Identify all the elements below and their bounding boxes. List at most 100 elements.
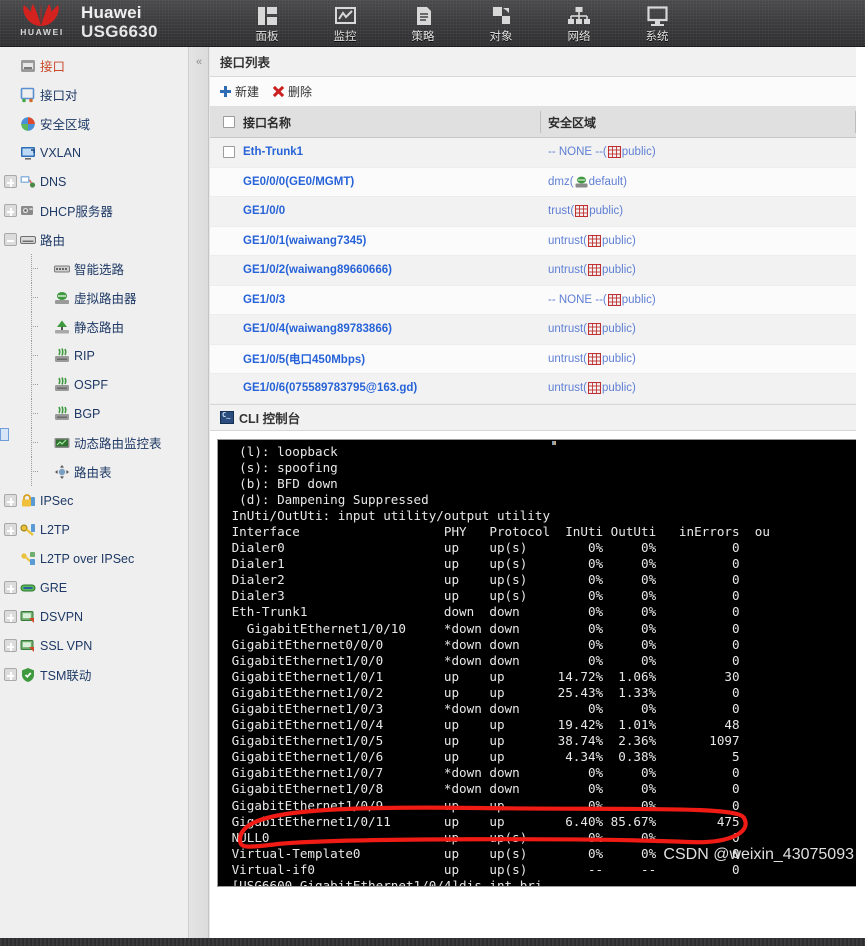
sidebar-item-label: VXLAN (40, 145, 81, 160)
expand-plus-icon[interactable] (4, 175, 17, 188)
nav-item-dashboard[interactable]: 面板 (228, 0, 306, 47)
zone-vsys-name[interactable]: public) (622, 146, 656, 158)
zone-name[interactable]: untrust( (548, 264, 587, 276)
sidebar-item-[interactable]: 动态路由监控表 (0, 428, 188, 457)
zone-name[interactable]: untrust( (548, 235, 587, 247)
expand-plus-icon[interactable] (4, 494, 17, 507)
terminal-output-panel[interactable]: (l): loopback (s): spoofing (b): BFD dow… (217, 438, 861, 887)
sidebar-item-label: 路由 (40, 234, 66, 248)
table-row[interactable]: GE1/0/6(075589783795@163.gd) untrust( pub… (210, 374, 865, 404)
sidebar-item-label: TSM联动 (40, 669, 92, 683)
expand-plus-icon[interactable] (4, 668, 17, 681)
table-row[interactable]: GE1/0/0 trust( public) (210, 197, 865, 227)
zone-vsys-name[interactable]: public) (602, 353, 636, 365)
table-row[interactable]: Eth-Trunk1 -- NONE --( public) (210, 138, 865, 168)
sidebar-item-dns[interactable]: DNS (0, 167, 188, 196)
table-row[interactable]: GE1/0/2(waiwang89660666) untrust( public) (210, 256, 865, 286)
interface-name-link[interactable]: GE1/0/1(waiwang7345) (243, 235, 366, 247)
zone-vsys-name[interactable]: public) (622, 294, 656, 306)
zone-name[interactable]: untrust( (548, 323, 587, 335)
table-row[interactable]: GE1/0/3 -- NONE --( public) (210, 285, 865, 315)
sidebar-item-dsvpn[interactable]: DSVPN (0, 602, 188, 631)
cli-console-area: (l): loopback (s): spoofing (b): BFD dow… (210, 430, 865, 887)
delete-button[interactable]: 删除 (273, 83, 312, 100)
table-row[interactable]: GE1/0/5(电口450Mbps) untrust( public) (210, 344, 865, 374)
sidebar-item-[interactable]: 路由 (0, 225, 188, 254)
zone-vsys-name[interactable]: public) (589, 205, 623, 217)
interface-name-link[interactable]: GE1/0/6(075589783795@163.gd) (243, 382, 417, 394)
nav-item-system[interactable]: 系统 (618, 0, 696, 47)
cell-security-zone: -- NONE --( public) (540, 293, 865, 306)
ipsec-lock-icon (20, 493, 36, 509)
expand-plus-icon[interactable] (4, 523, 17, 536)
sidebar-item-dhcp[interactable]: DHCP服务器 (0, 196, 188, 225)
cell-security-zone: -- NONE --( public) (540, 146, 865, 159)
zone-name[interactable]: trust( (548, 205, 574, 217)
select-all-checkbox[interactable] (223, 116, 235, 128)
sidebar-item-ipsec[interactable]: IPSec (0, 486, 188, 515)
sidebar-item-label: 接口对 (40, 89, 78, 103)
interface-name-link[interactable]: GE1/0/0 (243, 205, 285, 217)
sidebar-item-[interactable]: 静态路由 (0, 312, 188, 341)
zone-vsys-name[interactable]: public) (602, 264, 636, 276)
sidebar-item-l2tp[interactable]: L2TP (0, 515, 188, 544)
cell-interface-name: GE0/0/0(GE0/MGMT) (210, 176, 540, 188)
collapse-minus-icon[interactable] (4, 233, 17, 246)
zone-vsys-name[interactable]: public) (602, 323, 636, 335)
sidebar-item-[interactable]: 路由表 (0, 457, 188, 486)
interface-name-link[interactable]: GE1/0/2(waiwang89660666) (243, 264, 392, 276)
nav-item-object[interactable]: 对象 (462, 0, 540, 47)
plus-icon (220, 86, 231, 97)
sidebar-item-l2tp-over-ipsec[interactable]: L2TP over IPSec (0, 544, 188, 573)
zone-name[interactable]: dmz( (548, 176, 574, 188)
sidebar-item-tsm[interactable]: TSM联动 (0, 660, 188, 689)
zone-name[interactable]: untrust( (548, 353, 587, 365)
expand-plus-icon[interactable] (4, 610, 17, 623)
zone-vsys-name[interactable]: public) (602, 235, 636, 247)
new-button[interactable]: 新建 (220, 83, 259, 100)
sidebar-item-gre[interactable]: GRE (0, 573, 188, 602)
expand-plus-icon[interactable] (4, 581, 17, 594)
sidebar-item-bgp[interactable]: BGP (0, 399, 188, 428)
nav-item-monitor[interactable]: 监控 (306, 0, 384, 47)
sidebar-item-[interactable]: 安全区域 (0, 109, 188, 138)
sidebar-item-[interactable]: 虚拟路由器 (0, 283, 188, 312)
vsys-default-icon (575, 176, 588, 188)
expand-plus-icon[interactable] (4, 639, 17, 652)
sidebar-item-[interactable]: 智能选路 (0, 254, 188, 283)
expand-plus-icon[interactable] (4, 204, 17, 217)
table-row[interactable]: GE1/0/4(waiwang89783866) untrust( public) (210, 315, 865, 345)
zone-vsys-name[interactable]: public) (602, 382, 636, 394)
interface-name-link[interactable]: GE1/0/5(电口450Mbps) (243, 351, 365, 367)
brand-text: Huawei USG6630 (81, 4, 158, 40)
dsvpn-icon (20, 609, 36, 625)
interface-name-link[interactable]: GE1/0/4(waiwang89783866) (243, 323, 392, 335)
zone-name[interactable]: untrust( (548, 382, 587, 394)
collapse-sidebar-icon[interactable]: « (192, 55, 206, 69)
table-row[interactable]: GE0/0/0(GE0/MGMT) dmz( default) (210, 167, 865, 197)
nav-item-policy[interactable]: 策略 (384, 0, 462, 47)
nav-item-network[interactable]: 网络 (540, 0, 618, 47)
huawei-usg6630-web-ui: HUAWEI Huawei USG6630 面板 监控 策略 对象 网络 系统 … (0, 0, 865, 946)
interface-name-link[interactable]: GE1/0/3 (243, 294, 285, 306)
zone-vsys-name[interactable]: default) (589, 176, 627, 188)
sidebar-item-rip[interactable]: RIP (0, 341, 188, 370)
zone-name[interactable]: -- NONE --( (548, 146, 607, 158)
left-edge-tab[interactable] (0, 428, 9, 441)
security-zone-icon (20, 116, 36, 132)
interface-name-link[interactable]: GE0/0/0(GE0/MGMT) (243, 176, 354, 188)
cell-interface-name: Eth-Trunk1 (210, 146, 540, 159)
sidebar-item-vxlan[interactable]: VXLAN (0, 138, 188, 167)
nav-label-dashboard: 面板 (255, 30, 279, 43)
table-row[interactable]: GE1/0/1(waiwang7345) untrust( public) (210, 226, 865, 256)
cell-security-zone: untrust( public) (540, 323, 865, 336)
row-checkbox[interactable] (223, 146, 235, 159)
interface-name-link[interactable]: Eth-Trunk1 (243, 146, 303, 158)
sidebar-item-ssl-vpn[interactable]: SSL VPN (0, 631, 188, 660)
zone-name[interactable]: -- NONE --( (548, 294, 607, 306)
sidebar-item-[interactable]: 接口 (0, 51, 188, 80)
sidebar-item-ospf[interactable]: OSPF (0, 370, 188, 399)
sidebar-item-[interactable]: 接口对 (0, 80, 188, 109)
